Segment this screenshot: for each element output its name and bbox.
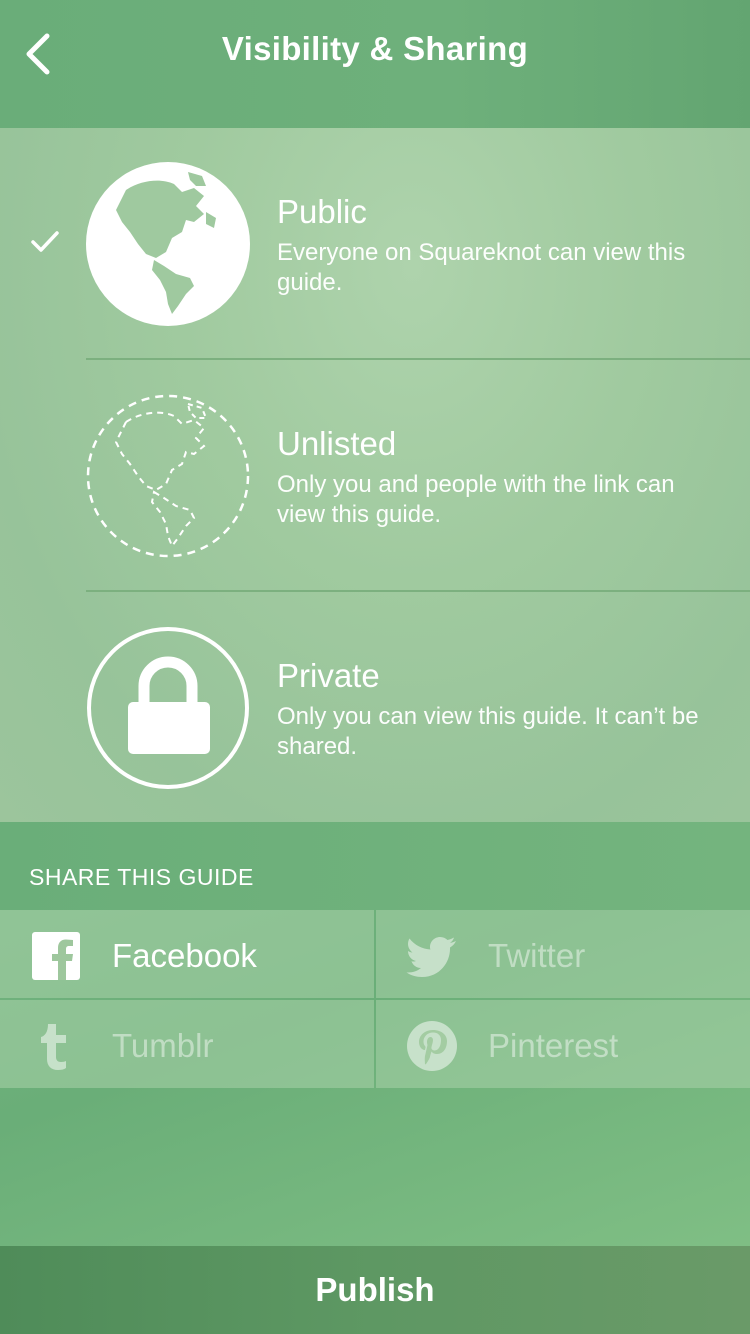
option-description: Only you and people with the link can vi… [277, 471, 675, 528]
share-facebook-button[interactable]: Facebook [0, 910, 374, 998]
share-tumblr-button[interactable]: Tumblr [0, 1000, 374, 1088]
lock-icon [87, 627, 249, 789]
publish-button[interactable]: Publish [0, 1246, 750, 1334]
globe-filled-icon [86, 162, 250, 326]
option-title: Unlisted [277, 425, 397, 462]
share-label: Tumblr [112, 1027, 214, 1064]
option-title: Public [277, 193, 367, 230]
option-title: Private [277, 657, 380, 694]
share-label: Twitter [488, 937, 586, 974]
publish-label: Publish [315, 1271, 435, 1308]
share-label: Pinterest [488, 1027, 619, 1064]
twitter-icon [406, 937, 456, 977]
nav-bar: Visibility & Sharing [0, 0, 750, 128]
tumblr-icon [41, 1024, 66, 1070]
option-description: Only you can view this guide. It can’t b… [277, 703, 699, 760]
option-unlisted[interactable]: Unlisted Only you and people with the li… [0, 360, 750, 592]
share-label: Facebook [112, 937, 257, 974]
share-grid: Facebook Twitter Tumblr Pinterest [0, 910, 750, 1088]
facebook-icon [32, 932, 80, 980]
share-twitter-button[interactable]: Twitter [376, 910, 750, 998]
share-section-header: SHARE THIS GUIDE [0, 822, 750, 910]
visibility-options: Public Everyone on Squareknot can view t… [0, 128, 750, 822]
option-private[interactable]: Private Only you can view this guide. It… [0, 592, 750, 824]
checkmark-icon [31, 231, 59, 252]
share-pinterest-button[interactable]: Pinterest [376, 1000, 750, 1088]
share-header-label: SHARE THIS GUIDE [29, 864, 254, 890]
pinterest-icon [407, 1021, 457, 1071]
page-title: Visibility & Sharing [221, 30, 529, 67]
option-public[interactable]: Public Everyone on Squareknot can view t… [0, 128, 750, 360]
option-description: Everyone on Squareknot can view this gui… [277, 239, 686, 296]
globe-dashed-icon [86, 394, 250, 558]
